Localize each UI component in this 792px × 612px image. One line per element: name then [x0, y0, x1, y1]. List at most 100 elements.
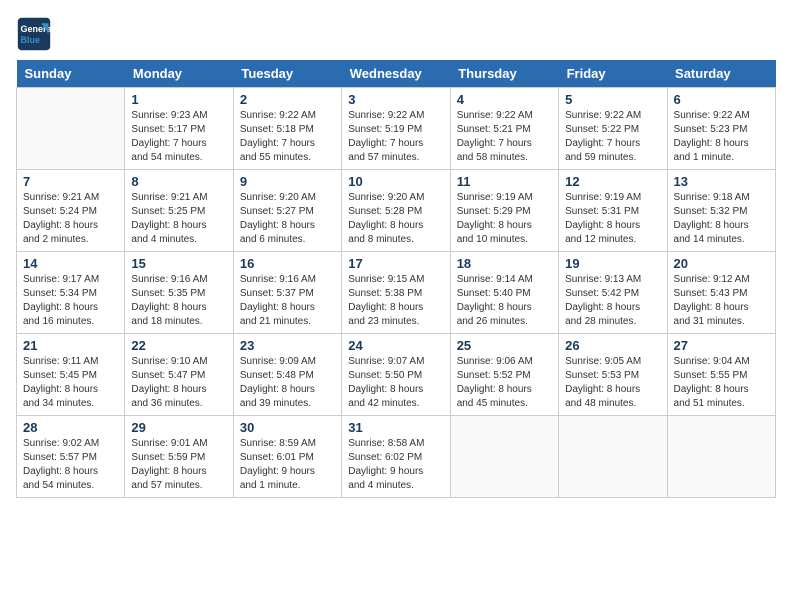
svg-text:Blue: Blue [21, 35, 41, 45]
day-info: Sunrise: 9:19 AMSunset: 5:31 PMDaylight:… [565, 191, 660, 247]
day-info: Sunrise: 9:21 AMSunset: 5:25 PMDaylight:… [131, 191, 226, 247]
day-cell-5: 5Sunrise: 9:22 AMSunset: 5:22 PMDaylight… [559, 88, 667, 170]
day-info: Sunrise: 9:22 AMSunset: 5:19 PMDaylight:… [348, 109, 443, 165]
day-info: Sunrise: 9:20 AMSunset: 5:27 PMDaylight:… [240, 191, 335, 247]
day-cell-18: 18 Sunrise: 9:14 AMSunset: 5:40 PMDayligh… [450, 252, 558, 334]
day-cell-25: 25 Sunrise: 9:06 AMSunset: 5:52 PMDayligh… [450, 334, 558, 416]
day-info: Sunrise: 9:02 AMSunset: 5:57 PMDaylight:… [23, 437, 118, 493]
day-number: 24 [348, 338, 443, 353]
day-cell-23: 23 Sunrise: 9:09 AMSunset: 5:48 PMDayligh… [233, 334, 341, 416]
day-info: Sunrise: 9:20 AMSunset: 5:28 PMDaylight:… [348, 191, 443, 247]
header-tuesday: Tuesday [233, 60, 341, 88]
day-cell-27: 27 Sunrise: 9:04 AMSunset: 5:55 PMDayligh… [667, 334, 775, 416]
day-info: Sunrise: 9:18 AMSunset: 5:32 PMDaylight:… [674, 191, 769, 247]
day-cell-24: 24 Sunrise: 9:07 AMSunset: 5:50 PMDayligh… [342, 334, 450, 416]
day-info: Sunrise: 8:59 AMSunset: 6:01 PMDaylight:… [240, 437, 335, 493]
day-cell-7: 7Sunrise: 9:21 AMSunset: 5:24 PMDaylight… [17, 170, 125, 252]
day-number: 20 [674, 256, 769, 271]
day-number: 15 [131, 256, 226, 271]
day-cell-17: 17 Sunrise: 9:15 AMSunset: 5:38 PMDayligh… [342, 252, 450, 334]
day-number: 23 [240, 338, 335, 353]
day-info: Sunrise: 9:07 AMSunset: 5:50 PMDaylight:… [348, 355, 443, 411]
day-number: 28 [23, 420, 118, 435]
day-cell-21: 21Sunrise: 9:11 AMSunset: 5:45 PMDayligh… [17, 334, 125, 416]
day-number: 6 [674, 92, 769, 107]
day-number: 4 [457, 92, 552, 107]
empty-cell [17, 88, 125, 170]
day-number: 22 [131, 338, 226, 353]
day-info: Sunrise: 9:09 AMSunset: 5:48 PMDaylight:… [240, 355, 335, 411]
day-number: 1 [131, 92, 226, 107]
day-info: Sunrise: 9:17 AMSunset: 5:34 PMDaylight:… [23, 273, 118, 329]
day-number: 13 [674, 174, 769, 189]
day-cell-19: 19 Sunrise: 9:13 AMSunset: 5:42 PMDayligh… [559, 252, 667, 334]
day-cell-4: 4 Sunrise: 9:22 AMSunset: 5:21 PMDaylight… [450, 88, 558, 170]
week-row-3: 14Sunrise: 9:17 AMSunset: 5:34 PMDayligh… [17, 252, 776, 334]
week-row-1: 1Sunrise: 9:23 AMSunset: 5:17 PMDaylight… [17, 88, 776, 170]
header-saturday: Saturday [667, 60, 775, 88]
day-cell-16: 16 Sunrise: 9:16 AMSunset: 5:37 PMDayligh… [233, 252, 341, 334]
day-number: 3 [348, 92, 443, 107]
day-cell-12: 12 Sunrise: 9:19 AMSunset: 5:31 PMDayligh… [559, 170, 667, 252]
day-number: 9 [240, 174, 335, 189]
day-cell-31: 31 Sunrise: 8:58 AMSunset: 6:02 PMDayligh… [342, 416, 450, 498]
day-info: Sunrise: 9:06 AMSunset: 5:52 PMDaylight:… [457, 355, 552, 411]
calendar-table: SundayMondayTuesdayWednesdayThursdayFrid… [16, 60, 776, 498]
day-info: Sunrise: 9:14 AMSunset: 5:40 PMDaylight:… [457, 273, 552, 329]
day-info: Sunrise: 9:13 AMSunset: 5:42 PMDaylight:… [565, 273, 660, 329]
day-info: Sunrise: 9:04 AMSunset: 5:55 PMDaylight:… [674, 355, 769, 411]
day-number: 11 [457, 174, 552, 189]
day-cell-3: 3 Sunrise: 9:22 AMSunset: 5:19 PMDaylight… [342, 88, 450, 170]
day-info: Sunrise: 8:58 AMSunset: 6:02 PMDaylight:… [348, 437, 443, 493]
header-thursday: Thursday [450, 60, 558, 88]
day-info: Sunrise: 9:11 AMSunset: 5:45 PMDaylight:… [23, 355, 118, 411]
week-row-4: 21Sunrise: 9:11 AMSunset: 5:45 PMDayligh… [17, 334, 776, 416]
day-cell-20: 20 Sunrise: 9:12 AMSunset: 5:43 PMDayligh… [667, 252, 775, 334]
day-number: 30 [240, 420, 335, 435]
day-info: Sunrise: 9:12 AMSunset: 5:43 PMDaylight:… [674, 273, 769, 329]
day-number: 19 [565, 256, 660, 271]
day-info: Sunrise: 9:22 AMSunset: 5:23 PMDaylight:… [674, 109, 769, 165]
day-number: 18 [457, 256, 552, 271]
logo: General Blue [16, 16, 52, 52]
header-row: SundayMondayTuesdayWednesdayThursdayFrid… [17, 60, 776, 88]
day-info: Sunrise: 9:22 AMSunset: 5:21 PMDaylight:… [457, 109, 552, 165]
day-cell-6: 6 Sunrise: 9:22 AMSunset: 5:23 PMDaylight… [667, 88, 775, 170]
day-info: Sunrise: 9:16 AMSunset: 5:37 PMDaylight:… [240, 273, 335, 329]
day-info: Sunrise: 9:01 AMSunset: 5:59 PMDaylight:… [131, 437, 226, 493]
day-cell-15: 15Sunrise: 9:16 AMSunset: 5:35 PMDayligh… [125, 252, 233, 334]
day-number: 2 [240, 92, 335, 107]
day-cell-26: 26 Sunrise: 9:05 AMSunset: 5:53 PMDayligh… [559, 334, 667, 416]
day-number: 26 [565, 338, 660, 353]
day-cell-13: 13 Sunrise: 9:18 AMSunset: 5:32 PMDayligh… [667, 170, 775, 252]
empty-cell [450, 416, 558, 498]
day-number: 27 [674, 338, 769, 353]
day-info: Sunrise: 9:05 AMSunset: 5:53 PMDaylight:… [565, 355, 660, 411]
day-info: Sunrise: 9:15 AMSunset: 5:38 PMDaylight:… [348, 273, 443, 329]
logo-icon: General Blue [16, 16, 52, 52]
day-cell-29: 29Sunrise: 9:01 AMSunset: 5:59 PMDayligh… [125, 416, 233, 498]
day-number: 16 [240, 256, 335, 271]
empty-cell [667, 416, 775, 498]
day-number: 10 [348, 174, 443, 189]
header-friday: Friday [559, 60, 667, 88]
header-monday: Monday [125, 60, 233, 88]
day-number: 17 [348, 256, 443, 271]
day-info: Sunrise: 9:21 AMSunset: 5:24 PMDaylight:… [23, 191, 118, 247]
day-number: 25 [457, 338, 552, 353]
header-sunday: Sunday [17, 60, 125, 88]
day-number: 12 [565, 174, 660, 189]
page-header: General Blue [16, 16, 776, 52]
week-row-5: 28 Sunrise: 9:02 AMSunset: 5:57 PMDayligh… [17, 416, 776, 498]
day-number: 8 [131, 174, 226, 189]
header-wednesday: Wednesday [342, 60, 450, 88]
day-number: 31 [348, 420, 443, 435]
day-cell-11: 11 Sunrise: 9:19 AMSunset: 5:29 PMDayligh… [450, 170, 558, 252]
day-cell-10: 10 Sunrise: 9:20 AMSunset: 5:28 PMDayligh… [342, 170, 450, 252]
day-number: 5 [565, 92, 660, 107]
week-row-2: 7Sunrise: 9:21 AMSunset: 5:24 PMDaylight… [17, 170, 776, 252]
day-info: Sunrise: 9:22 AMSunset: 5:18 PMDaylight:… [240, 109, 335, 165]
day-info: Sunrise: 9:10 AMSunset: 5:47 PMDaylight:… [131, 355, 226, 411]
day-info: Sunrise: 9:19 AMSunset: 5:29 PMDaylight:… [457, 191, 552, 247]
empty-cell [559, 416, 667, 498]
